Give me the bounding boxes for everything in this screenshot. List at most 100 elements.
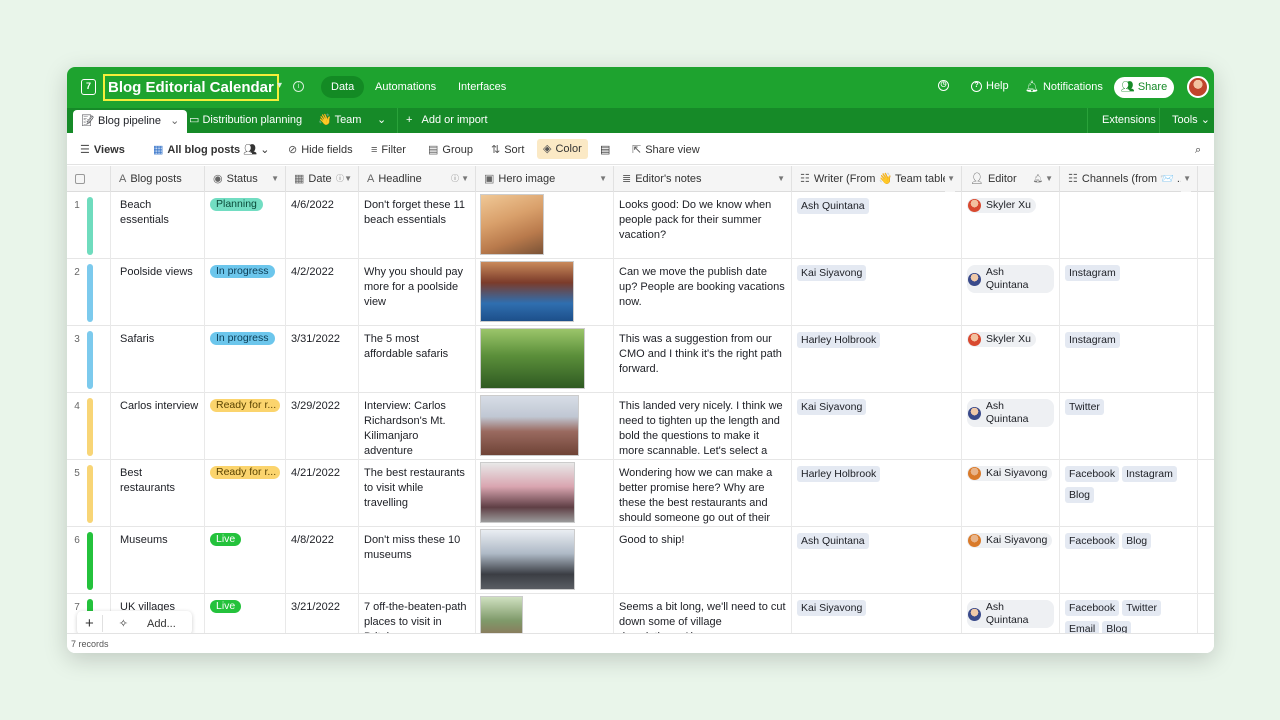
add-or-import-button[interactable]: + Add or import bbox=[397, 108, 496, 133]
hide-fields-button[interactable]: ⊘ Hide fields bbox=[288, 141, 353, 159]
info-icon[interactable]: i bbox=[293, 81, 304, 92]
cell-editor[interactable]: Skyler Xu bbox=[962, 326, 1060, 393]
cell-status[interactable]: Planning bbox=[205, 192, 286, 259]
cell-writer[interactable]: Kai Siyavong bbox=[792, 594, 962, 633]
cell-post[interactable]: Carlos interview bbox=[111, 393, 205, 460]
cell-headline[interactable]: Interview: Carlos Richardson's Mt. Kilim… bbox=[359, 393, 476, 460]
nav-interfaces[interactable]: Interfaces bbox=[448, 76, 516, 98]
cell-notes[interactable]: Good to ship! bbox=[614, 527, 792, 594]
cell-channels[interactable]: Instagram bbox=[1060, 259, 1198, 326]
base-title[interactable]: Blog Editorial Calendar bbox=[108, 79, 274, 96]
sort-button[interactable]: ⇅ Sort bbox=[491, 141, 524, 159]
add-record-button[interactable]: + bbox=[77, 614, 103, 632]
calendar-icon[interactable]: 7 bbox=[81, 79, 96, 95]
cell-num[interactable]: 5 bbox=[67, 460, 111, 527]
restaurant-photo[interactable] bbox=[480, 462, 575, 523]
column-date[interactable]: ▦ Date ⓘ ▼ bbox=[286, 166, 359, 192]
museum-photo[interactable] bbox=[480, 529, 575, 590]
chevron-down-icon[interactable]: ▼ bbox=[344, 166, 352, 192]
cell-date[interactable]: 4/6/2022 bbox=[286, 192, 359, 259]
tab-team[interactable]: 👋 Team bbox=[310, 108, 369, 133]
cell-date[interactable]: 3/21/2022 bbox=[286, 594, 359, 633]
color-button[interactable]: ◈ Color bbox=[537, 139, 588, 159]
views-button[interactable]: ☰ Views bbox=[80, 141, 125, 159]
notifications-button[interactable]: 🔔︎ Notifications bbox=[1025, 80, 1103, 94]
cell-channels[interactable]: Facebook Blog bbox=[1060, 527, 1198, 594]
cell-image[interactable] bbox=[476, 460, 614, 527]
column-hero-image[interactable]: ▣ Hero image ▼ bbox=[476, 166, 614, 192]
share-view-button[interactable]: ⇱ Share view bbox=[632, 141, 700, 159]
chevron-down-icon[interactable]: ⌄ bbox=[170, 115, 179, 127]
chevron-down-icon[interactable]: ▼ bbox=[271, 166, 279, 192]
mountain-photo[interactable] bbox=[480, 395, 579, 456]
cell-headline[interactable]: Don't miss these 10 museums bbox=[359, 527, 476, 594]
cell-notes[interactable]: Looks good: Do we know when people pack … bbox=[614, 192, 792, 259]
cell-channels[interactable]: Twitter bbox=[1060, 393, 1198, 460]
cell-editor[interactable]: Ash Quintana bbox=[962, 393, 1060, 460]
cell-status[interactable]: Live bbox=[205, 594, 286, 633]
cell-writer[interactable]: Harley Holbrook bbox=[792, 460, 962, 527]
nav-data[interactable]: Data bbox=[321, 76, 365, 98]
column-channels[interactable]: ☷ Channels (from 📨 ... ▼ bbox=[1060, 166, 1198, 192]
row-height-icon[interactable]: ▤ bbox=[600, 141, 610, 159]
cell-editor[interactable]: Ash Quintana bbox=[962, 259, 1060, 326]
cell-writer[interactable]: Harley Holbrook bbox=[792, 326, 962, 393]
cell-headline[interactable]: Why you should pay more for a poolside v… bbox=[359, 259, 476, 326]
table-row[interactable]: 4 Carlos interview Ready for r... 3/29/2022… bbox=[67, 393, 1214, 460]
beach-hat-photo[interactable] bbox=[480, 194, 544, 255]
cell-image[interactable] bbox=[476, 192, 614, 259]
cell-date[interactable]: 3/31/2022 bbox=[286, 326, 359, 393]
table-row[interactable]: 7 UK villages Live 3/21/2022 7 off-the-beate… bbox=[67, 594, 1214, 633]
help-button[interactable]: ? Help bbox=[971, 80, 1009, 92]
cell-editor[interactable]: Kai Siyavong bbox=[962, 527, 1060, 594]
table-row[interactable]: 1 Beach essentials Planning 4/6/2022 Don't f… bbox=[67, 192, 1214, 259]
cell-headline[interactable]: 7 off-the-beaten-path places to visit in… bbox=[359, 594, 476, 633]
cell-status[interactable]: Ready for r... bbox=[205, 460, 286, 527]
filter-button[interactable]: ≡ Filter bbox=[371, 141, 406, 159]
column-writer[interactable]: ☷ Writer (From 👋 Team table) ▼ bbox=[792, 166, 962, 192]
table-row[interactable]: 3 Safaris In progress 3/31/2022 The 5 most a… bbox=[67, 326, 1214, 393]
nav-automations[interactable]: Automations bbox=[365, 76, 446, 98]
history-icon[interactable]: ◷ bbox=[938, 80, 949, 91]
cell-channels[interactable]: Facebook Instagram Blog bbox=[1060, 460, 1198, 527]
cell-writer[interactable]: Kai Siyavong bbox=[792, 259, 962, 326]
cell-channels[interactable]: Facebook Twitter Email Blog bbox=[1060, 594, 1198, 633]
cell-headline[interactable]: The 5 most affordable safaris bbox=[359, 326, 476, 393]
cell-post[interactable]: Museums bbox=[111, 527, 205, 594]
cell-image[interactable] bbox=[476, 393, 614, 460]
chevron-down-icon[interactable]: ▼ bbox=[777, 166, 785, 192]
search-icon[interactable]: ⌕ bbox=[1195, 141, 1201, 159]
cell-post[interactable]: Beach essentials bbox=[111, 192, 205, 259]
column-status[interactable]: ◉ Status ▼ bbox=[205, 166, 286, 192]
cell-status[interactable]: Live bbox=[205, 527, 286, 594]
add-with-ai-button[interactable]: ✧ Add... bbox=[103, 617, 192, 630]
zebra-photo[interactable] bbox=[480, 328, 585, 389]
chevron-down-icon[interactable]: ▼ bbox=[599, 166, 607, 192]
cell-num[interactable]: 2 bbox=[67, 259, 111, 326]
poolside-photo[interactable] bbox=[480, 261, 574, 322]
select-all-checkbox[interactable] bbox=[67, 166, 111, 192]
cell-num[interactable]: 4 bbox=[67, 393, 111, 460]
column-editors-notes[interactable]: ≣ Editor's notes ▼ bbox=[614, 166, 792, 192]
column-blog-posts[interactable]: A Blog posts bbox=[111, 166, 205, 192]
cell-editor[interactable]: Ash Quintana bbox=[962, 594, 1060, 633]
cell-headline[interactable]: Don't forget these 11 beach essentials bbox=[359, 192, 476, 259]
column-editor[interactable]: 👤︎ Editor 🔔︎ ▼ bbox=[962, 166, 1060, 192]
cell-headline[interactable]: The best restaurants to visit while trav… bbox=[359, 460, 476, 527]
chevron-down-icon[interactable]: ▼ bbox=[461, 166, 469, 192]
cell-status[interactable]: In progress bbox=[205, 259, 286, 326]
cell-num[interactable]: 6 bbox=[67, 527, 111, 594]
tab-blog-pipeline[interactable]: 📝︎ Blog pipeline ⌄ bbox=[73, 110, 188, 133]
cell-writer[interactable]: Ash Quintana bbox=[792, 192, 962, 259]
cell-notes[interactable]: Can we move the publish date up? People … bbox=[614, 259, 792, 326]
cell-notes[interactable]: Wondering how we can make a better promi… bbox=[614, 460, 792, 527]
cell-date[interactable]: 4/2/2022 bbox=[286, 259, 359, 326]
cell-writer[interactable]: Ash Quintana bbox=[792, 527, 962, 594]
avatar[interactable] bbox=[1187, 76, 1209, 98]
cell-status[interactable]: In progress bbox=[205, 326, 286, 393]
cell-post[interactable]: Poolside views bbox=[111, 259, 205, 326]
tools-button[interactable]: Tools ⌄ bbox=[1159, 108, 1214, 133]
cell-writer[interactable]: Kai Siyavong bbox=[792, 393, 962, 460]
chevron-down-icon[interactable]: ▼ bbox=[1045, 166, 1053, 192]
cell-editor[interactable]: Kai Siyavong bbox=[962, 460, 1060, 527]
